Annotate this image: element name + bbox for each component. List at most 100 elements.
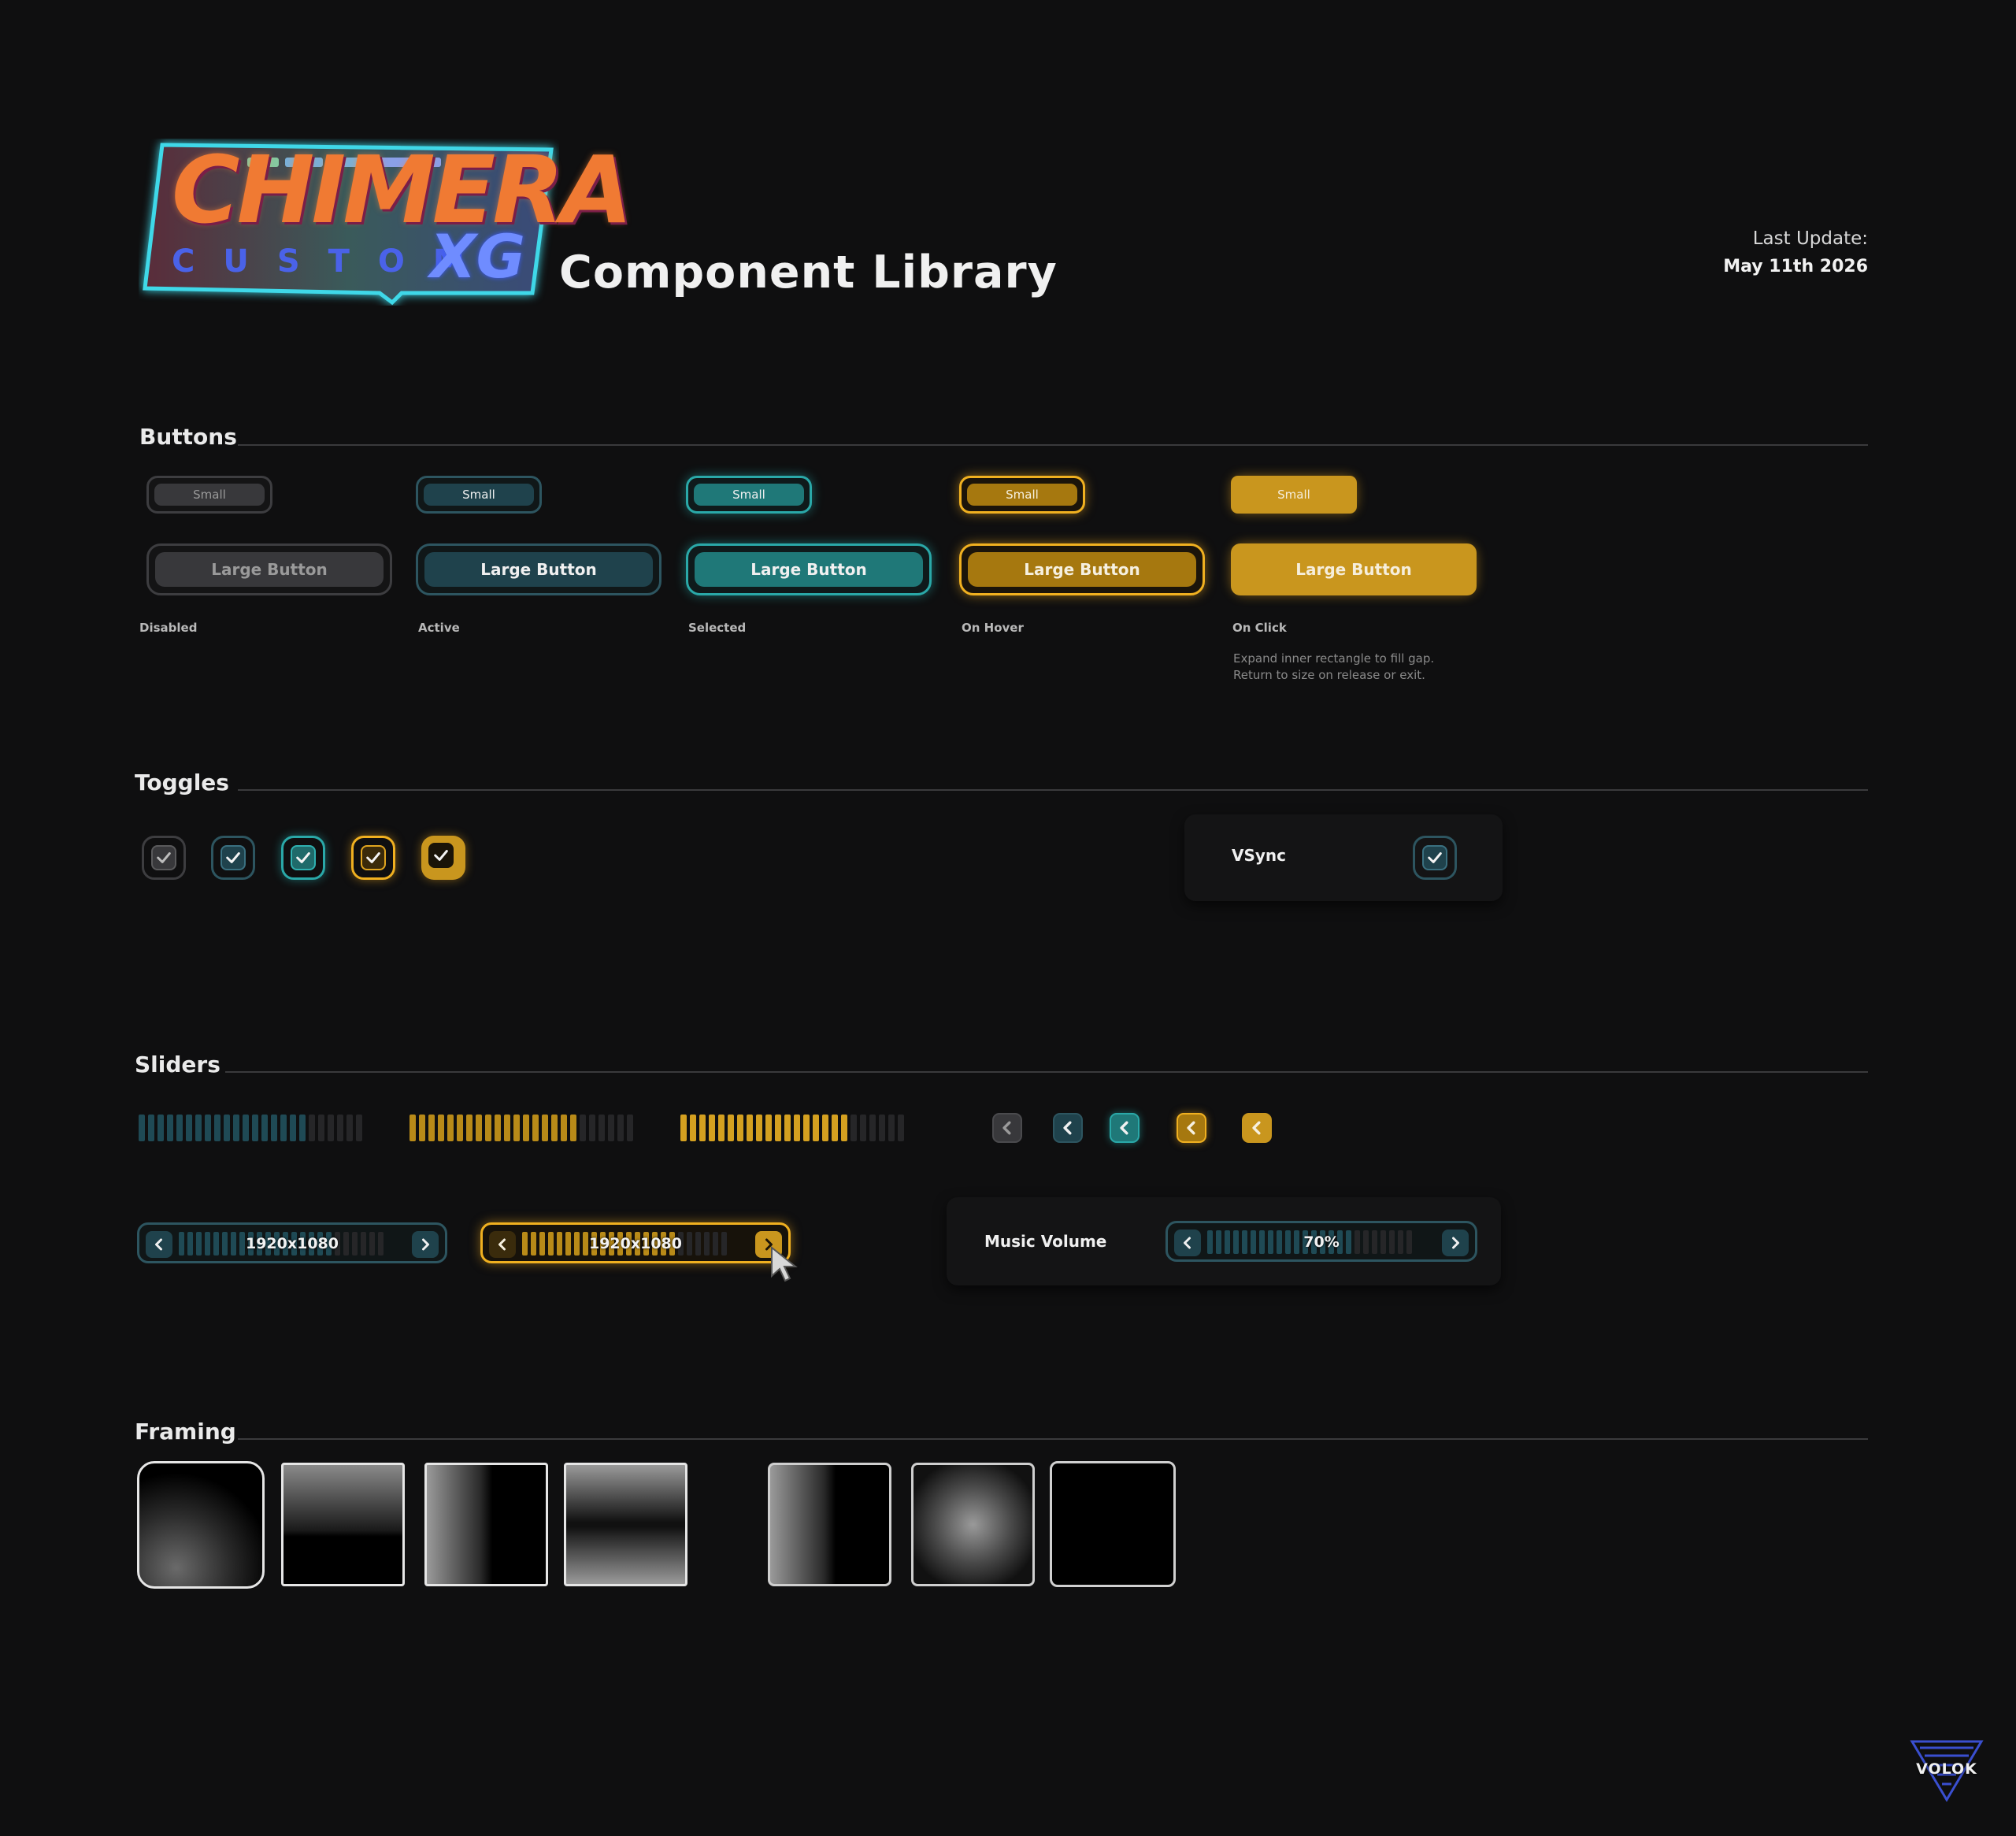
vsync-setting-row: VSync <box>1184 814 1503 901</box>
check-icon <box>296 852 310 863</box>
stepper-next-button[interactable] <box>412 1231 439 1258</box>
slider-tick <box>476 1115 482 1141</box>
state-label-selected: Selected <box>688 621 747 635</box>
slider-arrow-selected[interactable] <box>1110 1113 1140 1143</box>
small-button-active[interactable]: Small <box>416 476 542 514</box>
slider-tick <box>532 1115 539 1141</box>
slider-bar-amber[interactable] <box>410 1115 633 1141</box>
slider-tick <box>747 1115 753 1141</box>
slider-tick <box>627 1115 633 1141</box>
last-update-label: Last Update: <box>1752 228 1868 249</box>
slider-tick <box>224 1115 230 1141</box>
small-button-disabled[interactable]: Small <box>146 476 272 514</box>
frame-left-gradient <box>424 1463 548 1586</box>
slider-tick <box>495 1115 501 1141</box>
volok-logo: VOLOK <box>1909 1738 1984 1803</box>
slider-tick <box>784 1115 791 1141</box>
slider-tick <box>765 1115 772 1141</box>
cursor-arrow-icon <box>771 1246 798 1282</box>
check-icon <box>434 850 448 861</box>
slider-tick <box>419 1115 425 1141</box>
state-label-disabled: Disabled <box>139 621 198 635</box>
state-label-active: Active <box>418 621 460 635</box>
large-button-hover[interactable]: Large Button <box>959 543 1205 595</box>
slider-tick <box>699 1115 706 1141</box>
frame-solid-black <box>1050 1461 1176 1587</box>
slider-tick <box>318 1115 324 1141</box>
slider-tick <box>690 1115 696 1141</box>
music-volume-setting-row: Music Volume 70% <box>947 1197 1501 1285</box>
section-title-framing: Framing <box>135 1419 236 1445</box>
slider-tick <box>309 1115 315 1141</box>
toggle-active[interactable] <box>211 836 255 880</box>
chevron-left-icon <box>498 1238 506 1251</box>
frame-top-gradient <box>281 1463 405 1586</box>
stepper-prev-button[interactable] <box>146 1231 172 1258</box>
slider-tick <box>598 1115 605 1141</box>
slider-tick <box>214 1115 220 1141</box>
slider-tick <box>822 1115 828 1141</box>
frame-split-gradient <box>564 1463 687 1586</box>
volume-decrease-button[interactable] <box>1174 1230 1201 1256</box>
section-divider <box>238 789 1868 791</box>
slider-tick <box>617 1115 624 1141</box>
stepper-value: 1920x1080 <box>245 1235 339 1252</box>
slider-tick <box>158 1115 164 1141</box>
slider-tick <box>195 1115 202 1141</box>
slider-tick <box>252 1115 258 1141</box>
frame-radial-gradient <box>911 1463 1035 1586</box>
large-button-active[interactable]: Large Button <box>416 543 662 595</box>
slider-tick <box>299 1115 306 1141</box>
music-volume-slider[interactable]: 70% <box>1166 1221 1477 1262</box>
toggle-click[interactable] <box>421 836 465 880</box>
toggle-selected[interactable] <box>281 836 325 880</box>
check-icon <box>157 852 171 863</box>
slider-arrow-disabled[interactable] <box>992 1113 1022 1143</box>
large-button-label: Large Button <box>155 552 384 587</box>
slider-bar-amber-bright[interactable] <box>680 1115 904 1141</box>
small-button-label: Small <box>967 484 1077 506</box>
chevron-left-icon <box>1184 1237 1191 1249</box>
small-button-click[interactable]: Small <box>1231 476 1357 514</box>
slider-tick <box>542 1115 548 1141</box>
toggle-disabled[interactable] <box>142 836 186 880</box>
section-divider <box>238 444 1868 446</box>
slider-tick <box>186 1115 192 1141</box>
slider-tick <box>271 1115 277 1141</box>
slider-tick <box>589 1115 595 1141</box>
small-button-hover[interactable]: Small <box>959 476 1085 514</box>
stepper-prev-button[interactable] <box>489 1231 516 1258</box>
slider-tick <box>879 1115 885 1141</box>
slider-tick <box>485 1115 491 1141</box>
toggle-hover[interactable] <box>351 836 395 880</box>
on-click-note: Expand inner rectangle to fill gap. Retu… <box>1233 651 1434 684</box>
slider-arrow-hover[interactable] <box>1177 1113 1206 1143</box>
vsync-toggle[interactable] <box>1413 836 1457 880</box>
logo-xg: XG <box>430 221 525 291</box>
slider-tick <box>233 1115 239 1141</box>
large-button-selected[interactable]: Large Button <box>686 543 932 595</box>
large-button-label: Large Button <box>968 552 1196 587</box>
slider-tick <box>513 1115 520 1141</box>
slider-tick <box>570 1115 576 1141</box>
slider-tick <box>869 1115 876 1141</box>
slider-tick <box>580 1115 586 1141</box>
small-button-selected[interactable]: Small <box>686 476 812 514</box>
chevron-right-icon <box>422 1238 429 1251</box>
resolution-stepper[interactable]: 1920x1080 <box>137 1222 447 1263</box>
large-button-disabled[interactable]: Large Button <box>146 543 392 595</box>
slider-bar-teal[interactable] <box>139 1115 362 1141</box>
chevron-left-icon <box>1063 1121 1072 1135</box>
large-button-click[interactable]: Large Button <box>1231 543 1477 595</box>
slider-tick <box>261 1115 268 1141</box>
slider-tick <box>457 1115 463 1141</box>
section-title-sliders: Sliders <box>135 1052 220 1077</box>
check-icon <box>1428 852 1442 863</box>
volume-increase-button[interactable] <box>1442 1230 1469 1256</box>
slider-arrow-click[interactable] <box>1242 1113 1272 1143</box>
chevron-left-icon <box>1120 1121 1128 1135</box>
slider-tick <box>718 1115 724 1141</box>
slider-arrow-active[interactable] <box>1053 1113 1083 1143</box>
resolution-stepper-hover[interactable]: 1920x1080 <box>480 1222 791 1263</box>
frame-left-gradient-soft <box>768 1463 891 1586</box>
